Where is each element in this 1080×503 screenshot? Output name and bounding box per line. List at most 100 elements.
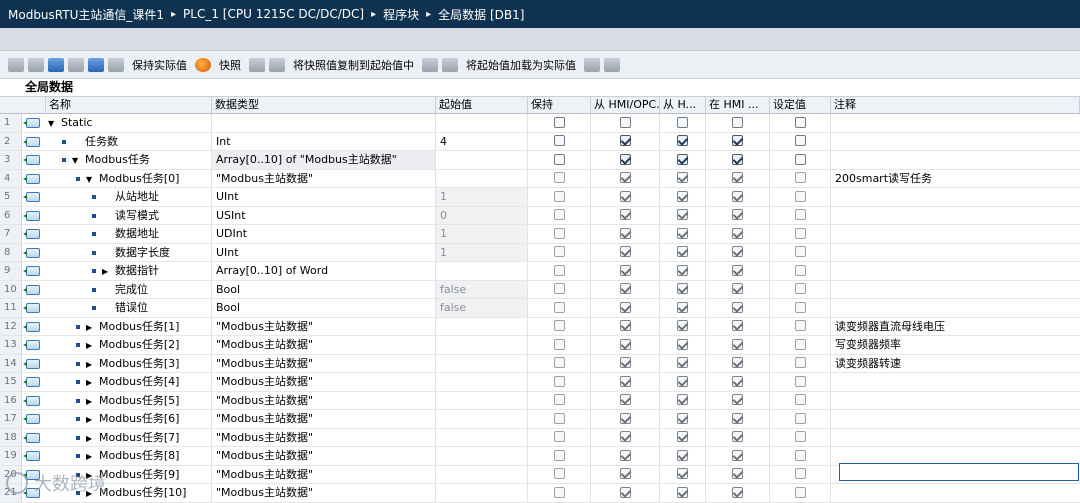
start-value-cell[interactable]: false — [436, 280, 528, 298]
hmi-writable-checkbox[interactable] — [677, 431, 688, 442]
row-number[interactable]: 13 — [0, 336, 22, 354]
retain-checkbox[interactable] — [553, 153, 565, 165]
start-value-cell[interactable] — [436, 410, 528, 428]
data-type-cell[interactable]: "Modbus主站数据" — [212, 447, 436, 465]
retain-checkbox[interactable] — [553, 135, 565, 146]
data-type-cell[interactable]: UDInt — [212, 225, 436, 243]
hmi-opc-access-checkbox[interactable] — [619, 357, 631, 368]
table-row[interactable]: 3 ▼ Modbus任务 Array[0..10] of "Modbus主站数据" — [0, 151, 1080, 170]
hmi-visible-checkbox[interactable] — [732, 135, 743, 146]
comment-cell[interactable] — [831, 484, 1071, 502]
setpoint-checkbox[interactable] — [794, 468, 806, 479]
table-row[interactable]: 10 完成位 Bool false — [0, 280, 1080, 299]
copy-snapshot-icon[interactable] — [249, 57, 265, 72]
retain-checkbox[interactable] — [553, 338, 565, 350]
comment-cell[interactable]: 读变频器转速 — [831, 355, 1071, 373]
table-row[interactable]: 13 ▶ Modbus任务[2] "Modbus主站数据" 写变频器频率 — [0, 336, 1080, 355]
row-number[interactable]: 9 — [0, 262, 22, 280]
setpoint-checkbox[interactable] — [794, 375, 806, 387]
row-number[interactable]: 6 — [0, 206, 22, 224]
start-value-cell[interactable] — [436, 354, 528, 372]
breadcrumb-project[interactable]: ModbusRTU主站通信_课件1 — [8, 6, 164, 23]
setpoint-checkbox[interactable] — [794, 227, 806, 239]
hmi-writable-checkbox[interactable] — [677, 375, 688, 387]
header-start[interactable]: 起始值 — [436, 97, 528, 113]
name-cell[interactable]: ▼ Static — [46, 114, 212, 132]
retain-checkbox[interactable] — [553, 116, 565, 128]
header-hmi-write[interactable]: 从 H... — [660, 97, 706, 113]
comment-cell[interactable]: 读变频器直流母线电压 — [831, 318, 1071, 336]
data-type-cell[interactable]: "Modbus主站数据" — [212, 428, 436, 446]
setpoint-checkbox[interactable] — [794, 338, 806, 350]
hmi-writable-checkbox[interactable] — [677, 246, 688, 257]
name-cell[interactable]: 读写模式 — [46, 206, 212, 224]
hmi-opc-access-checkbox[interactable] — [619, 412, 631, 424]
name-cell[interactable]: ▶ Modbus任务[6] — [46, 410, 212, 428]
hmi-writable-checkbox[interactable] — [677, 449, 688, 461]
row-number[interactable]: 12 — [0, 317, 22, 335]
hmi-writable-checkbox[interactable] — [677, 172, 688, 183]
expand-icon[interactable]: ▶ — [86, 337, 94, 354]
header-comment[interactable]: 注释 — [831, 97, 1080, 113]
breadcrumb-program-blocks[interactable]: 程序块 — [383, 6, 419, 23]
expand-icon[interactable]: ▶ — [86, 374, 94, 391]
row-number[interactable]: 5 — [0, 188, 22, 206]
hmi-writable-checkbox[interactable] — [677, 264, 688, 276]
hmi-opc-access-checkbox[interactable] — [619, 172, 631, 183]
comment-cell[interactable] — [831, 299, 1071, 317]
retain-checkbox[interactable] — [553, 431, 565, 442]
setpoint-checkbox[interactable] — [794, 449, 806, 461]
setpoint-checkbox[interactable] — [794, 301, 806, 313]
row-number[interactable]: 19 — [0, 447, 22, 465]
data-type-cell[interactable]: "Modbus主站数据" — [212, 484, 436, 502]
start-value-cell[interactable] — [436, 447, 528, 465]
name-cell[interactable]: 数据地址 — [46, 225, 212, 243]
setpoint-checkbox[interactable] — [794, 246, 806, 257]
table-row[interactable]: 5 从站地址 UInt 1 — [0, 188, 1080, 207]
hmi-visible-checkbox[interactable] — [732, 116, 743, 128]
comment-cell[interactable] — [831, 188, 1071, 206]
hmi-opc-access-checkbox[interactable] — [619, 375, 631, 387]
row-number[interactable]: 11 — [0, 299, 22, 317]
data-type-cell[interactable]: "Modbus主站数据" — [212, 169, 436, 187]
retain-checkbox[interactable] — [553, 227, 565, 239]
start-value-cell[interactable] — [436, 484, 528, 502]
setpoint-checkbox[interactable] — [794, 264, 806, 276]
hmi-writable-checkbox[interactable] — [677, 301, 688, 313]
hmi-visible-checkbox[interactable] — [732, 227, 743, 239]
hmi-opc-access-checkbox[interactable] — [619, 227, 631, 239]
hmi-opc-access-checkbox[interactable] — [619, 116, 631, 128]
retain-checkbox[interactable] — [553, 412, 565, 424]
name-cell[interactable]: ▼ Modbus任务 — [46, 151, 212, 169]
start-value-cell[interactable]: 1 — [436, 225, 528, 243]
header-name[interactable]: 名称 — [46, 97, 212, 113]
name-cell[interactable]: ▶ Modbus任务[4] — [46, 373, 212, 391]
hmi-writable-checkbox[interactable] — [677, 209, 688, 220]
add-row-icon[interactable] — [28, 57, 44, 72]
hmi-writable-checkbox[interactable] — [677, 468, 688, 479]
hmi-writable-checkbox[interactable] — [677, 486, 688, 498]
collapse-icon[interactable]: ▼ — [72, 152, 80, 169]
hmi-opc-access-checkbox[interactable] — [619, 264, 631, 276]
hmi-visible-checkbox[interactable] — [732, 301, 743, 313]
hmi-opc-access-checkbox[interactable] — [619, 283, 631, 294]
setpoint-checkbox[interactable] — [794, 486, 806, 498]
expand-icon[interactable]: ▶ — [86, 448, 94, 465]
name-cell[interactable]: ▶ Modbus任务[1] — [46, 317, 212, 335]
setpoint-checkbox[interactable] — [794, 190, 806, 202]
header-hmi-visible[interactable]: 在 HMI ... — [706, 97, 770, 113]
hmi-visible-checkbox[interactable] — [732, 338, 743, 350]
setpoint-checkbox[interactable] — [794, 135, 806, 146]
hmi-opc-access-checkbox[interactable] — [619, 449, 631, 461]
data-type-cell[interactable]: USInt — [212, 206, 436, 224]
row-number[interactable]: 3 — [0, 151, 22, 169]
data-type-cell[interactable]: "Modbus主站数据" — [212, 391, 436, 409]
name-cell[interactable]: 数据字长度 — [46, 243, 212, 261]
start-value-cell[interactable]: 0 — [436, 206, 528, 224]
start-value-cell[interactable] — [436, 465, 528, 483]
header-retain[interactable]: 保持 — [528, 97, 591, 113]
name-cell[interactable]: ▶ Modbus任务[3] — [46, 354, 212, 372]
hmi-visible-checkbox[interactable] — [732, 486, 743, 498]
comment-cell[interactable] — [831, 225, 1071, 243]
breadcrumb-plc[interactable]: PLC_1 [CPU 1215C DC/DC/DC] — [183, 7, 364, 21]
